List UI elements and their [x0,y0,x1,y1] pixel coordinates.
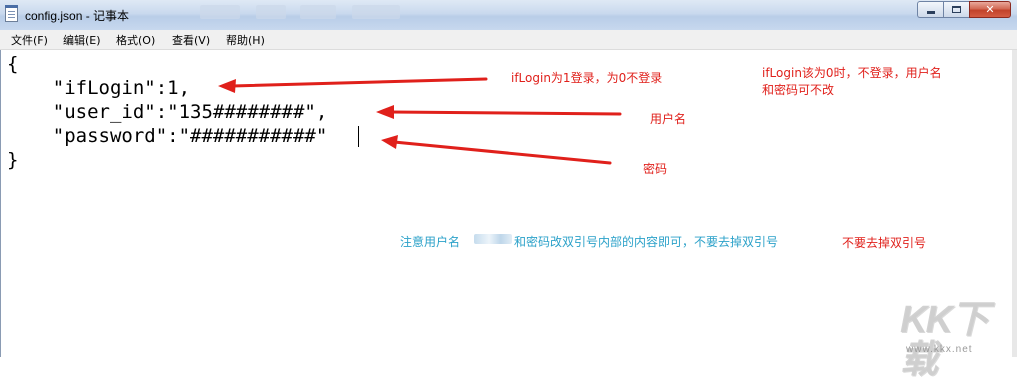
side-note-line2: 和密码可不改 [762,83,835,97]
notice-prefix: 注意用户名 [400,235,461,249]
side-note-line1: ifLogin该为0时，不登录，用户名 [762,66,942,80]
arrow-username [388,110,622,116]
arrowhead-username [376,105,394,119]
notice-red-annotation: 不要去掉双引号 [842,236,927,250]
iflogin-annotation: ifLogin为1登录，为0不登录 [511,71,663,85]
password-annotation: 密码 [643,162,668,176]
arrow-iflogin [230,77,488,88]
watermark-url: www.kkx.net [906,344,973,355]
arrowhead-password [381,135,398,149]
notice-suffix: 和密码改双引号内部的内容即可，不要去掉双引号 [514,235,779,249]
arrow-password [392,140,612,165]
blurred-username [474,234,512,244]
arrowhead-iflogin [218,79,236,93]
username-annotation: 用户名 [650,112,687,126]
annotation-arrows [218,77,622,165]
watermark-logo: KK下载 [900,299,989,381]
